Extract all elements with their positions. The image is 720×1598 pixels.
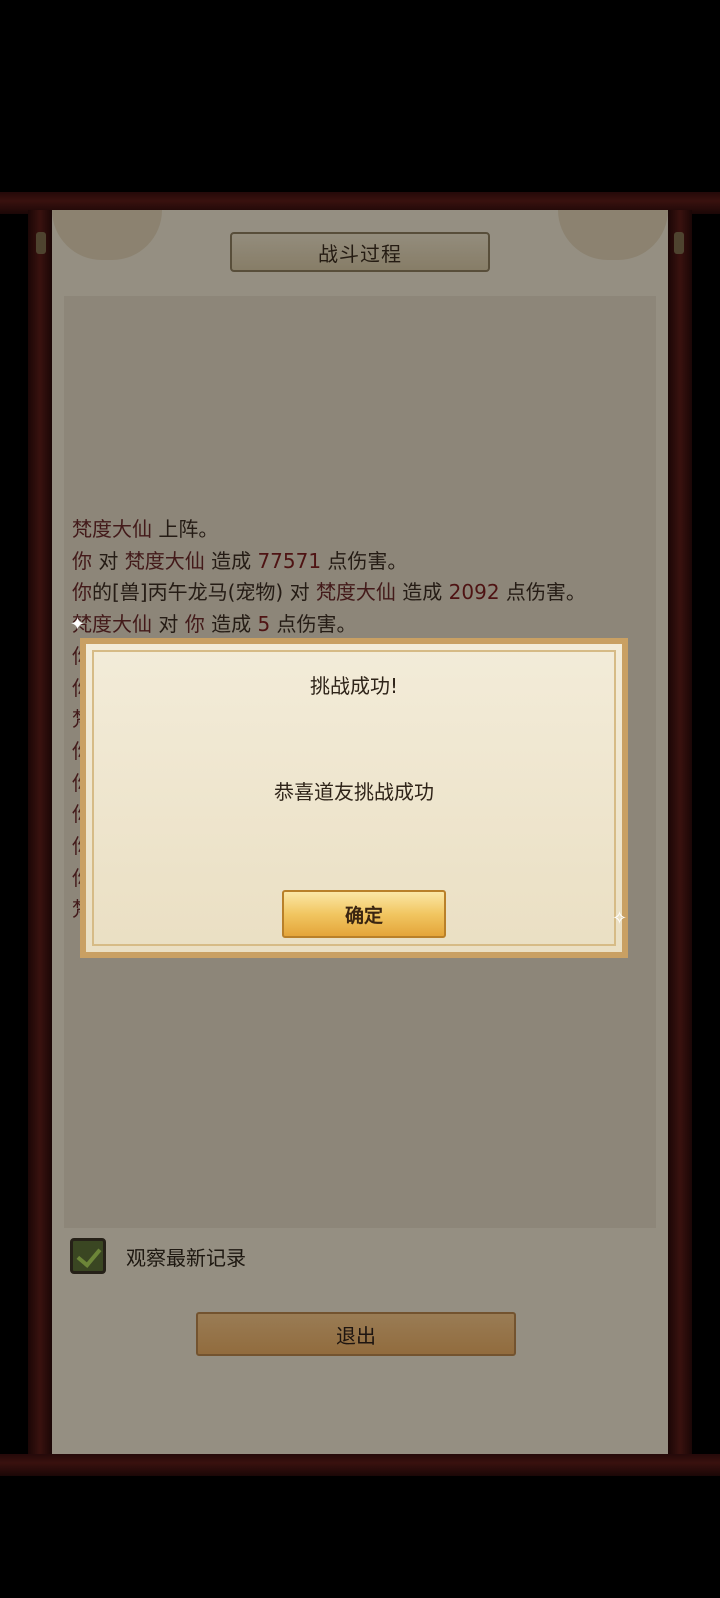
success-dialog: 挑战成功! 恭喜道友挑战成功 确定 bbox=[80, 638, 628, 958]
butterfly-icon: ✧ bbox=[612, 908, 628, 929]
sparkle-icon: ✦ bbox=[70, 614, 86, 635]
dialog-message: 恭喜道友挑战成功 bbox=[274, 780, 434, 804]
confirm-button-label: 确定 bbox=[344, 904, 383, 927]
confirm-button[interactable]: 确定 bbox=[282, 890, 446, 938]
dialog-title: 挑战成功! bbox=[309, 674, 399, 698]
